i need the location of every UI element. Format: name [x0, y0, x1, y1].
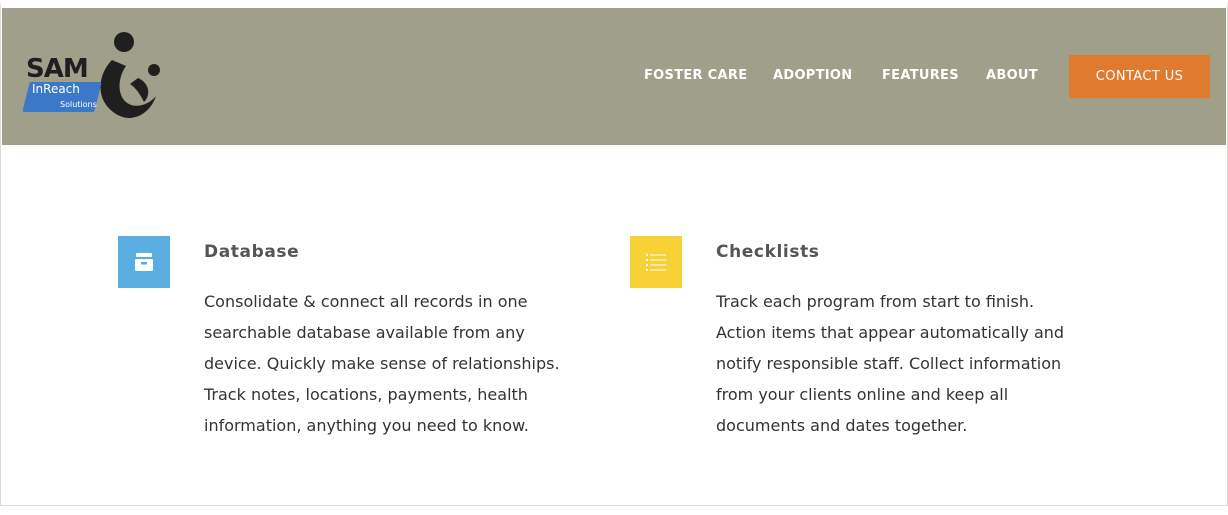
feature-title-checklists: Checklists: [716, 242, 820, 262]
feature-body-database: Consolidate & connect all records in one…: [204, 286, 604, 441]
feature-line: information, anything you need to know.: [204, 416, 529, 435]
feature-line: Track notes, locations, payments, health: [204, 385, 528, 404]
logo-tag-line2: Solutions: [60, 100, 97, 109]
contact-us-button[interactable]: CONTACT US: [1069, 55, 1210, 98]
database-icon-tile: [118, 236, 170, 288]
feature-title-database: Database: [204, 242, 300, 262]
feature-line: searchable database available from any: [204, 323, 525, 342]
nav-foster-care[interactable]: FOSTER CARE: [644, 68, 747, 83]
logo[interactable]: SAM InReach Solutions: [20, 24, 170, 124]
feature-body-checklists: Track each program from start to finish.…: [716, 286, 1116, 441]
nav-adoption[interactable]: ADOPTION: [773, 68, 852, 83]
logo-brand-text: SAM: [26, 54, 89, 84]
archive-drawer-icon: [135, 253, 153, 271]
nav-about[interactable]: ABOUT: [986, 68, 1038, 83]
feature-line: notify responsible staff. Collect inform…: [716, 354, 1062, 373]
logo-tag-line1: InReach: [32, 82, 80, 96]
checklists-icon-tile: [630, 236, 682, 288]
feature-line: Track each program from start to finish.: [716, 292, 1035, 311]
site-header: [2, 8, 1226, 145]
feature-line: from your clients online and keep all: [716, 385, 1009, 404]
nav-features[interactable]: FEATURES: [882, 68, 959, 83]
checklist-icon: [646, 254, 666, 271]
feature-line: Consolidate & connect all records in one: [204, 292, 528, 311]
feature-line: documents and dates together.: [716, 416, 968, 435]
feature-line: Action items that appear automatically a…: [716, 323, 1065, 342]
feature-line: device. Quickly make sense of relationsh…: [204, 354, 560, 373]
